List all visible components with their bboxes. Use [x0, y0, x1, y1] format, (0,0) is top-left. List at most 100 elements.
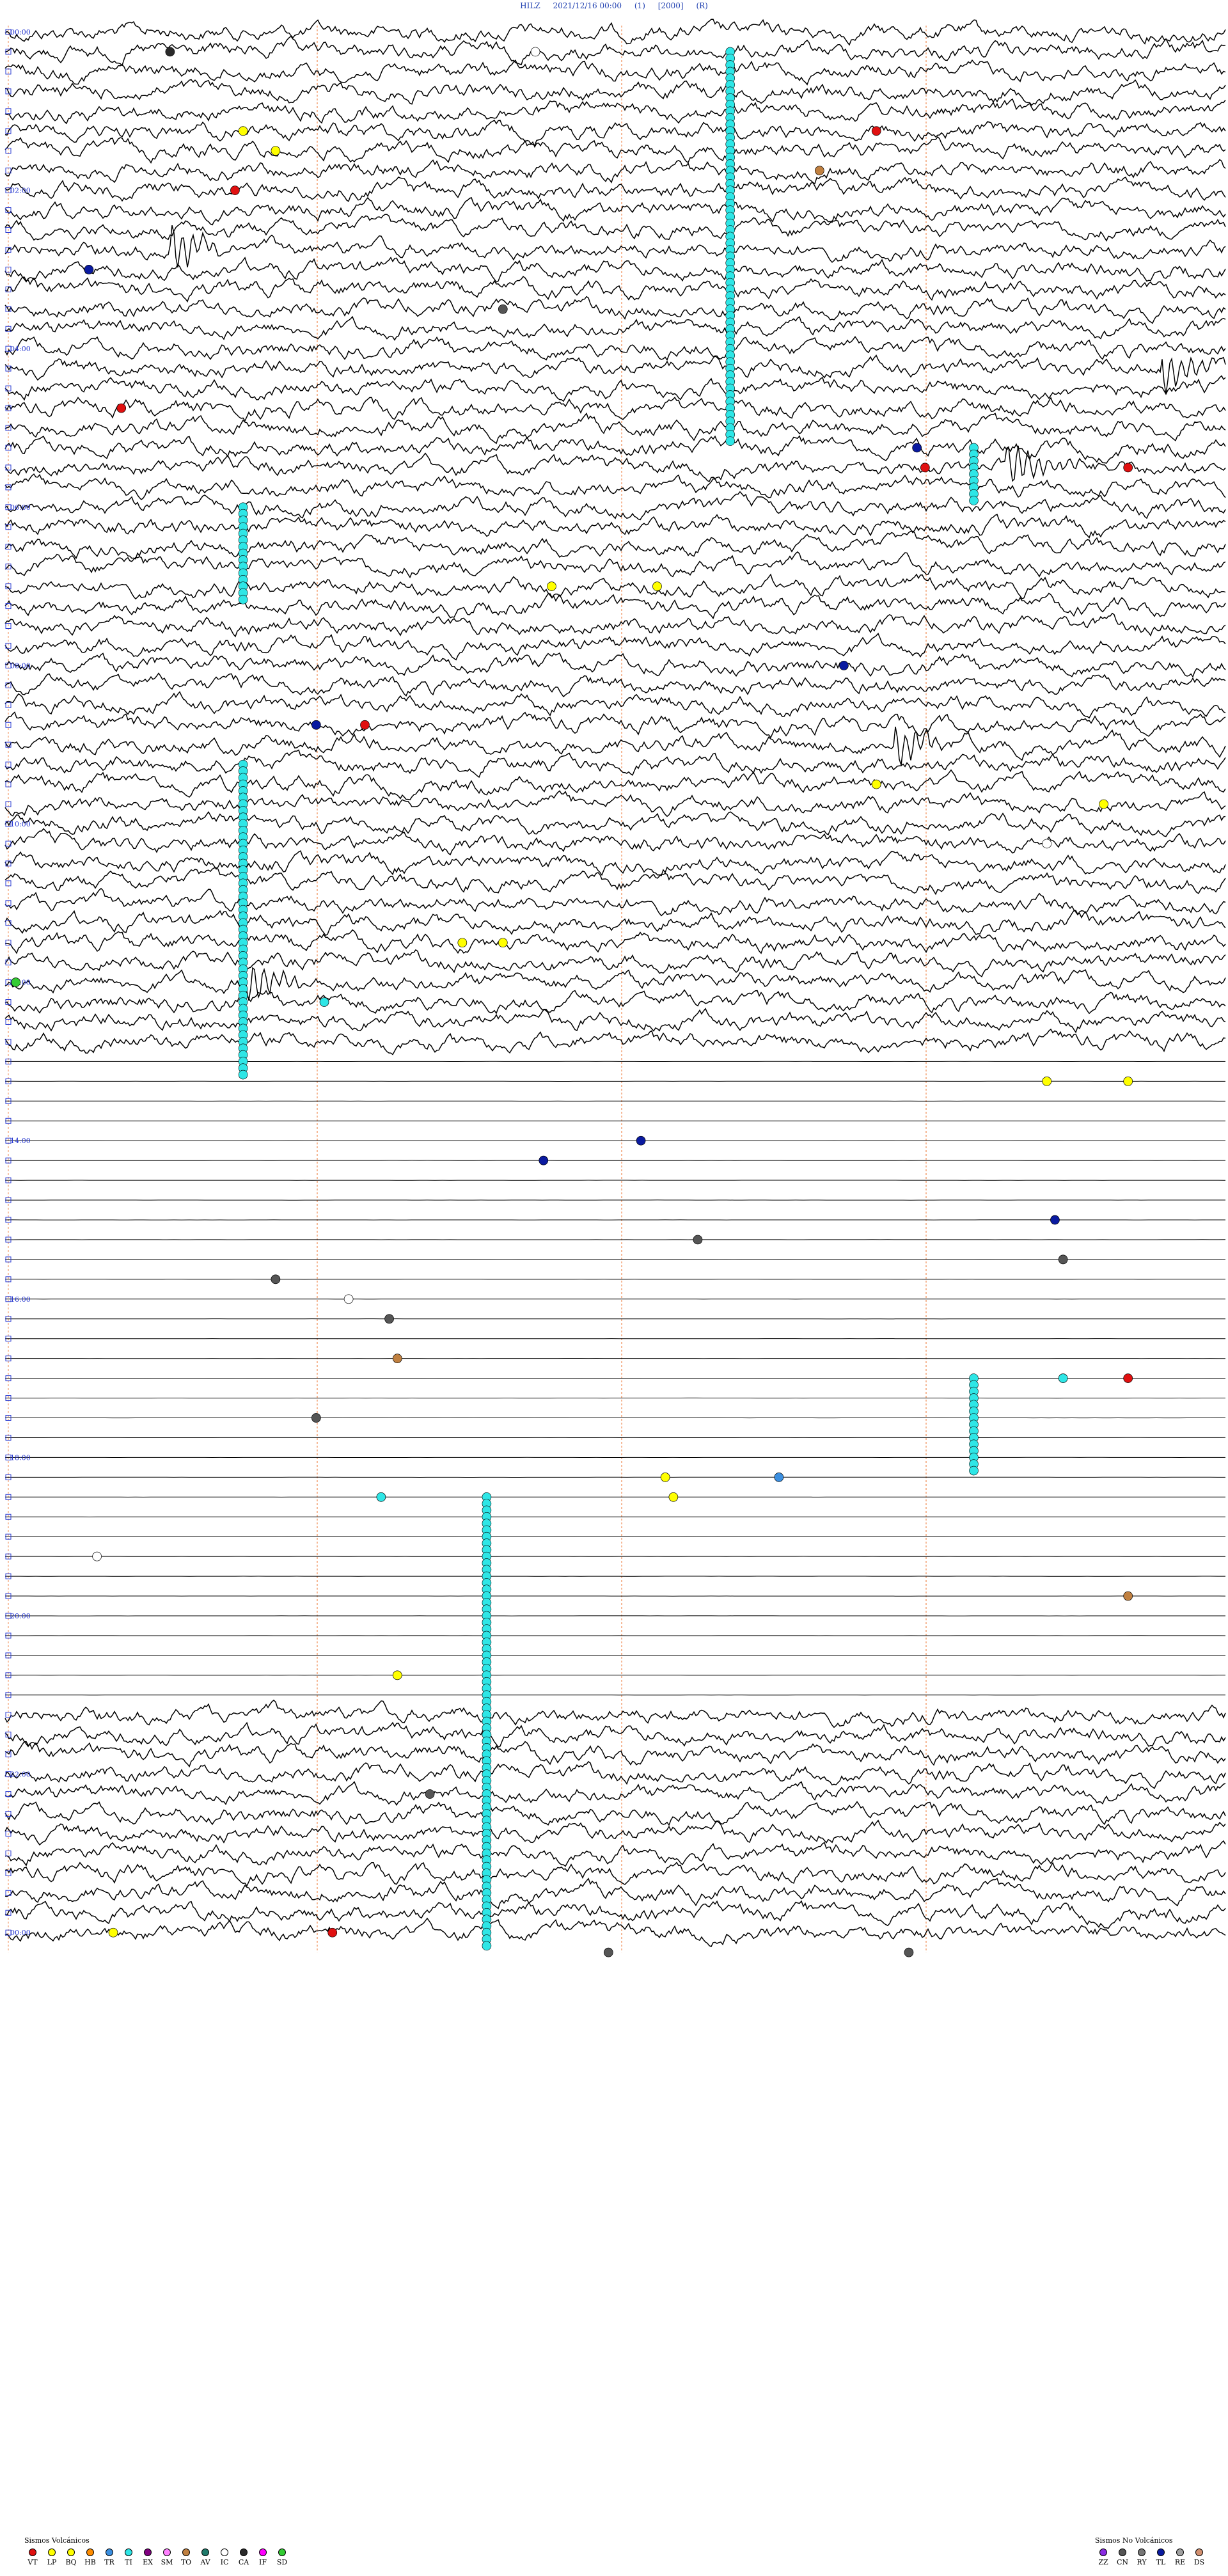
- event-marker-lp: [271, 146, 281, 156]
- event-marker-tl: [1050, 1215, 1060, 1225]
- seismic-trace: [4, 652, 1226, 678]
- to-dot-icon: [182, 2548, 190, 2556]
- legend-volcanic-sm: SM: [159, 2548, 175, 2566]
- event-marker-ti: [969, 496, 979, 505]
- legend-code-label: EX: [143, 2558, 153, 2566]
- ic-dot-icon: [221, 2548, 228, 2556]
- legend-volcanic-lp: LP: [43, 2548, 60, 2566]
- hour-label: 22:00: [10, 1771, 31, 1779]
- seismic-trace: [4, 375, 1226, 402]
- event-marker-lp: [871, 779, 881, 789]
- event-marker-ti: [482, 1941, 492, 1951]
- event-marker-vt: [327, 1927, 338, 1938]
- seismic-trace: [4, 473, 1226, 501]
- seismic-trace: [4, 176, 1226, 202]
- legend-code-label: IF: [259, 2558, 267, 2566]
- event-marker-tl: [839, 661, 849, 670]
- legend-code-label: TL: [1156, 2558, 1166, 2566]
- event-marker-lp: [1099, 799, 1108, 809]
- legend-volcanic-tr: TR: [101, 2548, 118, 2566]
- legend-nonvolcanic-ry: RY: [1133, 2548, 1150, 2566]
- event-marker-cn: [1058, 1254, 1068, 1265]
- seismic-trace: [4, 790, 1226, 818]
- legend-code-label: DS: [1193, 2558, 1205, 2566]
- seismic-trace: [4, 749, 1226, 778]
- seismic-trace: [4, 491, 1226, 521]
- ex-dot-icon: [144, 2548, 152, 2556]
- cn-dot-icon: [1119, 2548, 1126, 2556]
- legend-nonvolcanic: Sismos No Volcánicos ZZ CN RY TL RE DS: [1095, 2536, 1208, 2566]
- seismic-trace: [4, 1028, 1226, 1055]
- seismic-trace: [4, 867, 1226, 896]
- event-marker-ic: [530, 47, 540, 57]
- event-marker-cn: [498, 304, 508, 314]
- event-marker-ca: [165, 47, 175, 57]
- event-marker-ti: [969, 1466, 979, 1476]
- legend-volcanic-title: Sismos Volcánicos: [24, 2536, 90, 2545]
- seismic-trace: [4, 354, 1226, 395]
- event-marker-ti: [725, 436, 736, 446]
- seismic-trace: [4, 1781, 1226, 1806]
- seismic-trace: [4, 225, 1226, 268]
- ry-dot-icon: [1138, 2548, 1145, 2556]
- seismic-trace: [4, 435, 1226, 464]
- event-marker-cn: [603, 1947, 613, 1957]
- seismic-trace: [4, 929, 1226, 954]
- ti-dot-icon: [125, 2548, 132, 2556]
- event-marker-lp: [547, 581, 556, 591]
- seismic-trace: [4, 949, 1226, 977]
- hb-dot-icon: [86, 2548, 94, 2556]
- event-marker-lp: [668, 1492, 679, 1502]
- event-marker-cn: [904, 1947, 914, 1957]
- hour-label: 14:00: [10, 1137, 31, 1145]
- seismic-trace: [4, 35, 1226, 67]
- legend-volcanic-sd: SD: [274, 2548, 290, 2566]
- legend-nonvolcanic-title: Sismos No Volcánicos: [1095, 2536, 1173, 2545]
- seismic-trace: [4, 828, 1226, 856]
- event-marker-lp: [392, 1670, 402, 1680]
- event-marker-tl: [84, 265, 94, 274]
- legend-volcanic-ca: CA: [235, 2548, 252, 2566]
- hour-label: 16:00: [10, 1295, 31, 1304]
- seismic-trace: [4, 633, 1226, 661]
- seismic-trace: [4, 397, 1226, 422]
- legend-volcanic-ic: IC: [216, 2548, 233, 2566]
- legend-code-label: CA: [238, 2558, 249, 2566]
- event-marker-tl: [311, 720, 321, 730]
- ds-dot-icon: [1195, 2548, 1203, 2556]
- seismic-trace: [4, 445, 1226, 482]
- tl-dot-icon: [1157, 2548, 1165, 2556]
- legend-volcanic-if: IF: [255, 2548, 271, 2566]
- event-marker-lp: [238, 126, 248, 136]
- seismic-trace: [4, 1721, 1226, 1748]
- legend-code-label: RE: [1174, 2558, 1186, 2566]
- zz-dot-icon: [1099, 2548, 1107, 2556]
- legend-code-label: SM: [161, 2558, 173, 2566]
- legend-code-label: RY: [1137, 2558, 1147, 2566]
- legend-code-label: TR: [104, 2558, 114, 2566]
- seismic-trace: [4, 691, 1226, 719]
- event-marker-ic: [1042, 839, 1052, 849]
- event-marker-lp: [1123, 1076, 1133, 1086]
- legend-code-label: SD: [276, 2558, 288, 2566]
- seismic-trace: [4, 336, 1226, 361]
- seismic-trace: [4, 1861, 1226, 1887]
- legend-volcanic-to: TO: [178, 2548, 194, 2566]
- event-marker-lp: [457, 938, 468, 948]
- event-marker-to: [1123, 1591, 1133, 1601]
- event-marker-tl: [539, 1155, 549, 1166]
- seismic-trace: [4, 119, 1226, 146]
- seismic-trace: [4, 136, 1226, 164]
- event-marker-tl: [912, 443, 922, 453]
- vt-dot-icon: [29, 2548, 36, 2556]
- if-dot-icon: [259, 2548, 267, 2556]
- seismic-trace: [4, 1840, 1226, 1867]
- legend-nonvolcanic-zz: ZZ: [1095, 2548, 1112, 2566]
- legend-volcanic-av: AV: [197, 2548, 214, 2566]
- legend-code-label: CN: [1116, 2558, 1129, 2566]
- seismic-trace: [4, 672, 1226, 698]
- legend-nonvolcanic-items: ZZ CN RY TL RE DS: [1095, 2548, 1208, 2566]
- seismic-trace: [4, 276, 1226, 303]
- event-marker-sd: [11, 977, 21, 987]
- legend-code-label: TI: [125, 2558, 132, 2566]
